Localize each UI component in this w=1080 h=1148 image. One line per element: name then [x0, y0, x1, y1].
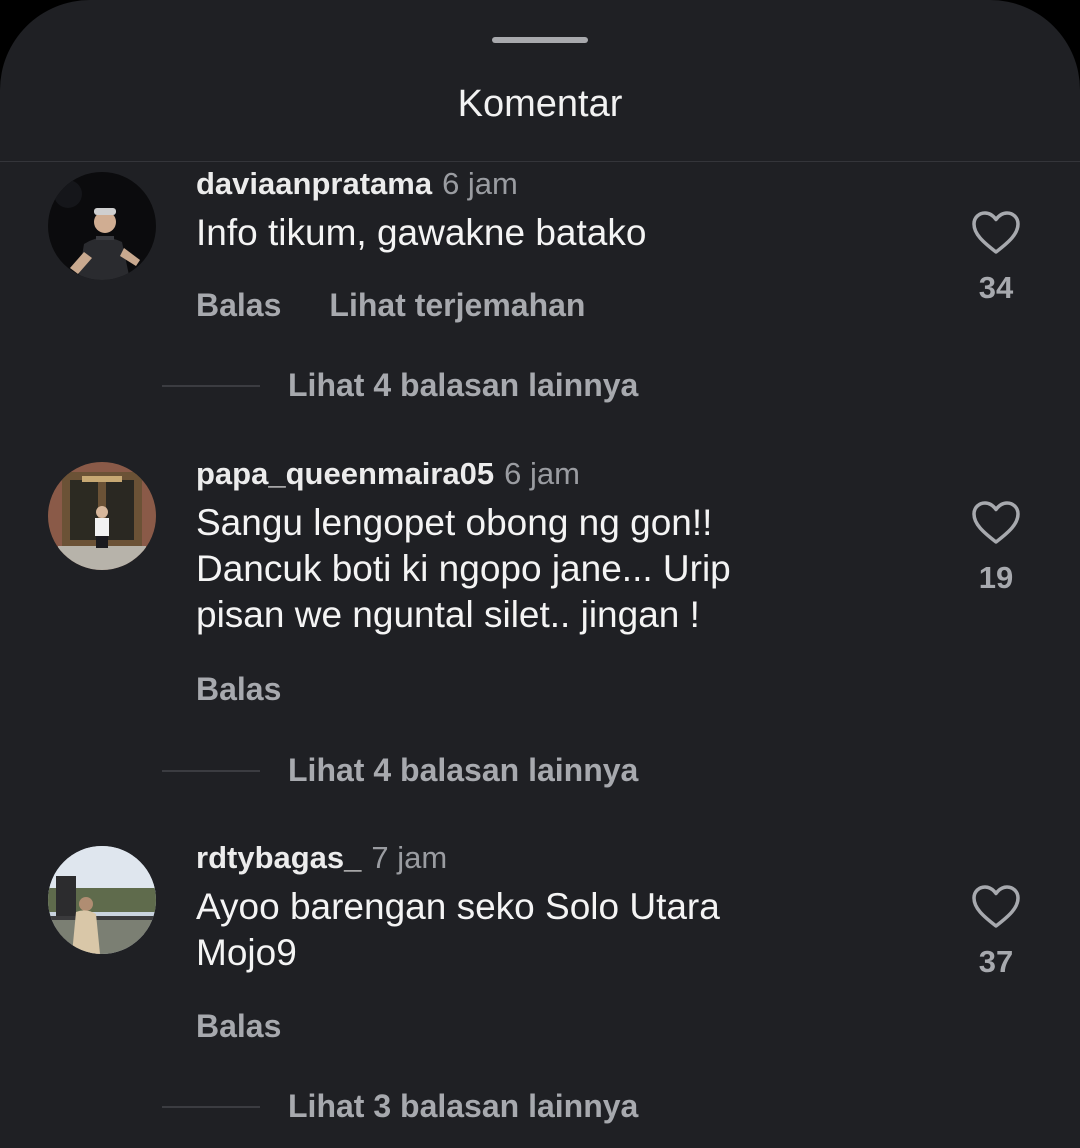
comment-actions: Balas — [196, 669, 281, 709]
view-replies-label[interactable]: Lihat 4 balasan lainnya — [288, 365, 638, 405]
like-count: 34 — [978, 270, 1014, 305]
comment-username[interactable]: rdtybagas_ — [196, 840, 361, 875]
like-control[interactable]: 19 — [960, 500, 1032, 598]
like-control[interactable]: 37 — [960, 884, 1032, 982]
comment-meta: papa_queenmaira05 6 jam — [196, 454, 580, 494]
comment-text: Ayoo barengan seko Solo Utara Mojo9 — [196, 886, 720, 973]
view-replies-label[interactable]: Lihat 3 balasan lainnya — [288, 1086, 638, 1126]
drag-handle[interactable] — [492, 37, 588, 43]
comment-text: Sangu lengopet obong ng gon!! Dancuk bot… — [196, 502, 731, 635]
comment-meta: daviaanpratama 6 jam — [196, 164, 518, 204]
like-control[interactable]: 34 — [960, 210, 1032, 308]
reply-button[interactable]: Balas — [196, 287, 281, 323]
comment-time: 7 jam — [371, 840, 448, 875]
comment-actions: Balas Lihat terjemahan — [196, 285, 585, 325]
replies-divider — [162, 770, 260, 772]
avatar[interactable] — [48, 172, 156, 280]
reply-button[interactable]: Balas — [196, 1008, 281, 1044]
sheet-title: Komentar — [457, 83, 623, 125]
view-replies-label[interactable]: Lihat 4 balasan lainnya — [288, 750, 638, 790]
heart-icon[interactable] — [960, 210, 1032, 256]
comment-actions: Balas — [196, 1006, 281, 1046]
reply-button[interactable]: Balas — [196, 671, 281, 707]
like-count: 19 — [978, 560, 1014, 595]
comment-username[interactable]: daviaanpratama — [196, 166, 432, 201]
avatar[interactable] — [48, 846, 156, 954]
comment-time: 6 jam — [442, 166, 518, 201]
comment-meta: rdtybagas_ 7 jam — [196, 838, 447, 878]
comment-username[interactable]: papa_queenmaira05 — [196, 456, 494, 491]
comment-text: Info tikum, gawakne batako — [196, 212, 647, 253]
replies-divider — [162, 385, 260, 387]
header-divider — [0, 161, 1080, 162]
comment-time: 6 jam — [504, 456, 580, 491]
replies-divider — [162, 1106, 260, 1108]
heart-icon[interactable] — [960, 500, 1032, 546]
heart-icon[interactable] — [960, 884, 1032, 930]
translate-button[interactable]: Lihat terjemahan — [329, 287, 585, 323]
avatar[interactable] — [48, 462, 156, 570]
comments-sheet: Komentar daviaanpratama 6 jam Info tikum,… — [0, 0, 1080, 1148]
like-count: 37 — [978, 944, 1014, 979]
